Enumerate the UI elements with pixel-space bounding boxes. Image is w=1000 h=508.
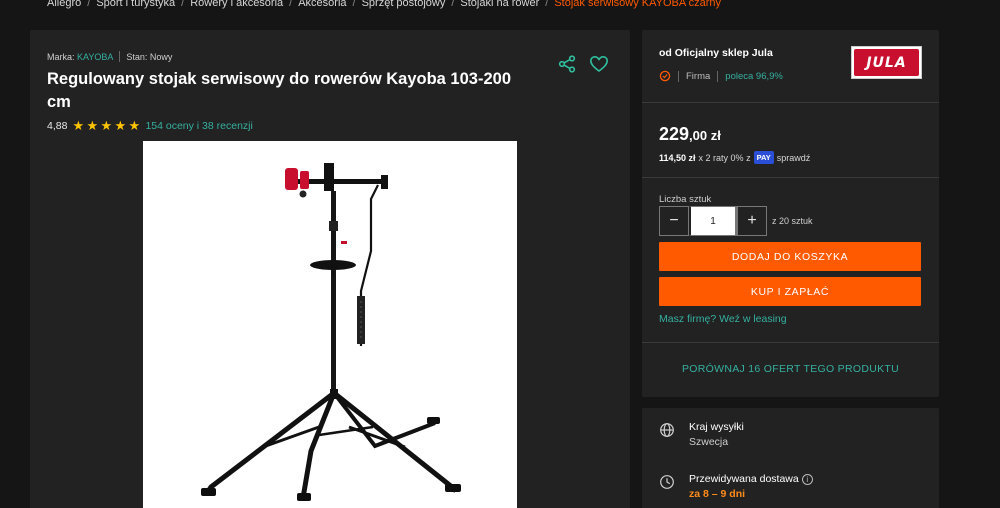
divider <box>642 177 939 178</box>
leasing-link[interactable]: Masz firmę? Weź w leasing <box>659 313 787 325</box>
price-main: 229 <box>659 124 690 144</box>
seller-divider <box>678 70 679 82</box>
installment-check-link[interactable]: sprawdź <box>777 153 811 163</box>
seller-logo-text: JULA <box>854 49 919 76</box>
buy-now-button[interactable]: KUP I ZAPŁAĆ <box>659 277 921 306</box>
installment-text: x 2 raty 0% z <box>698 152 751 163</box>
quantity-input[interactable] <box>689 206 737 236</box>
meta-divider <box>119 51 121 62</box>
pay-badge: PAY <box>753 151 774 164</box>
add-to-cart-button[interactable]: DODAJ DO KOSZYKA <box>659 242 921 271</box>
divider <box>642 102 939 103</box>
product-image[interactable] <box>143 141 517 508</box>
divider <box>642 342 939 343</box>
quantity-label: Liczba sztuk <box>659 194 712 205</box>
breadcrumb-item[interactable]: Rowery i akcesoria <box>190 0 283 9</box>
breadcrumb-separator: / <box>289 0 293 9</box>
star-icon: ★ <box>114 118 127 133</box>
seller-divider <box>717 70 719 82</box>
breadcrumb-item[interactable]: Akcesoria <box>298 0 346 9</box>
breadcrumb-separator: / <box>87 0 91 9</box>
delivery-time: za 8 – 9 dni <box>689 488 746 500</box>
star-icon: ★ <box>72 118 85 133</box>
rating-row: 4,88 ★ ★ ★ ★ ★ 154 oceny i 38 recenzji <box>47 119 253 132</box>
seller-logo[interactable]: JULA <box>851 46 922 79</box>
price-cents: ,00 zł <box>689 128 721 143</box>
breadcrumb-current: Stojak serwisowy KAYOBA czarny <box>554 0 722 9</box>
breadcrumb-item[interactable]: Stojaki na rower <box>460 0 539 9</box>
price: 229,00 zł <box>659 124 721 145</box>
compare-offers-link[interactable]: PORÓWNAJ 16 OFERT TEGO PRODUKTU <box>642 363 939 375</box>
seller-recommend[interactable]: poleca 96,9% <box>725 71 783 82</box>
breadcrumb-separator: / <box>451 0 455 9</box>
delivery-label: Przewidywana dostawa <box>689 473 799 485</box>
seller-info: Firma poleca 96,9% <box>659 70 783 82</box>
reviews-link[interactable]: 154 oceny i 38 recenzji <box>145 120 252 132</box>
product-title: Regulowany stojak serwisowy do rowerów K… <box>47 70 511 111</box>
clock-icon <box>660 475 674 489</box>
bike-stand-illustration <box>201 163 461 501</box>
badge-icon <box>659 70 671 82</box>
breadcrumb-separator: / <box>352 0 356 9</box>
heart-icon[interactable] <box>589 54 609 74</box>
share-icon[interactable] <box>557 54 577 74</box>
brand-label: Marka: <box>47 51 75 62</box>
seller-type: Firma <box>686 70 711 82</box>
globe-icon <box>660 423 674 437</box>
star-icon: ★ <box>100 118 113 133</box>
star-icon: ★ <box>86 118 99 133</box>
delivery-row: Przewidywana dostawa i za 8 – 9 dni <box>659 472 813 502</box>
condition-value: Nowy <box>149 51 173 62</box>
brand-link[interactable]: KAYOBA <box>77 52 113 62</box>
breadcrumb-item[interactable]: Allegro <box>47 0 81 9</box>
ship-country: Szwecja <box>689 436 729 448</box>
info-icon[interactable]: i <box>801 474 813 485</box>
star-icon: ★ <box>128 118 141 133</box>
product-panel: Marka: KAYOBA Stan: Nowy Regulowany stoj… <box>30 30 630 508</box>
quantity-increase-button[interactable]: + <box>737 206 767 236</box>
quantity-decrease-button[interactable]: − <box>659 206 689 236</box>
seller-name[interactable]: od Oficjalny sklep Jula <box>659 47 773 59</box>
condition-label: Stan: <box>126 51 148 62</box>
breadcrumb-item[interactable]: Sport i turystyka <box>96 0 175 9</box>
product-meta: Marka: KAYOBA Stan: Nowy <box>47 51 172 62</box>
installment-amount: 114,50 zł <box>659 152 696 163</box>
ship-country-label: Kraj wysyłki <box>689 421 744 433</box>
quantity-stepper: − + <box>659 206 767 236</box>
seller-panel: od Oficjalny sklep Jula Firma poleca 96,… <box>642 30 939 397</box>
breadcrumb-separator: / <box>545 0 549 9</box>
breadcrumb: Allegro / Sport i turystyka / Rowery i akces… <box>47 0 721 10</box>
quantity-note: z 20 sztuk <box>772 216 813 226</box>
installments: 114,50 zł x 2 raty 0% z PAY sprawdź <box>659 151 810 164</box>
rating-stars: ★ ★ ★ ★ ★ <box>72 119 142 132</box>
ship-country-row: Kraj wysyłki Szwecja <box>659 420 744 450</box>
breadcrumb-separator: / <box>181 0 185 9</box>
breadcrumb-item[interactable]: Sprzęt postojowy <box>362 0 446 9</box>
rating-value: 4,88 <box>47 119 68 132</box>
shipping-panel: Kraj wysyłki Szwecja Przewidywana dostaw… <box>642 408 939 508</box>
